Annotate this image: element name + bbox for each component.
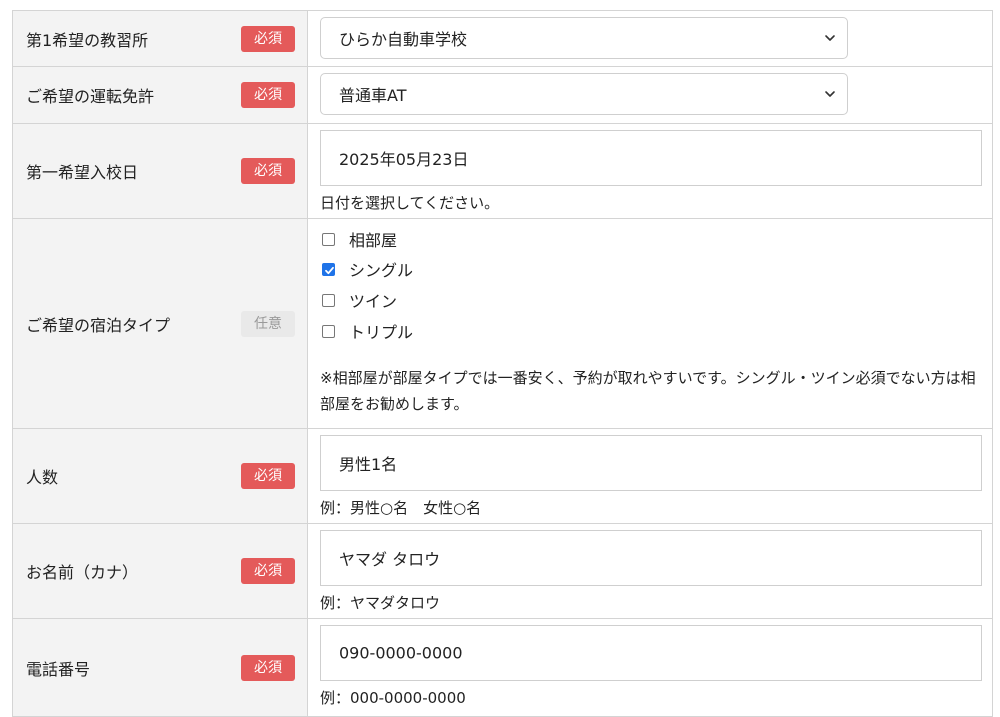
form-row-name-kana: お名前（カナ） 必須 ヤマダ タロウ 例：ヤマダタロウ xyxy=(12,523,993,619)
checkbox-shared-room[interactable] xyxy=(322,232,335,246)
name-kana-input[interactable]: ヤマダ タロウ xyxy=(320,530,982,586)
required-badge: 必須 xyxy=(241,558,295,584)
form-row-room-type: ご希望の宿泊タイプ 任意 相部屋 シングル ツイン トリプル ※相部屋が部屋タイ… xyxy=(12,218,993,429)
school-label: 第1希望の教習所 xyxy=(26,30,149,50)
room-option-twin[interactable]: ツイン xyxy=(322,289,397,311)
phone-input[interactable]: 090-0000-0000 xyxy=(320,625,982,681)
phone-help-text: 例：000-0000-0000 xyxy=(320,689,466,707)
label-cell-school: 第1希望の教習所 必須 xyxy=(12,10,308,67)
checkbox-twin-room[interactable] xyxy=(322,293,335,307)
people-input[interactable]: 男性1名 xyxy=(320,435,982,491)
checkbox-label: ツイン xyxy=(349,292,398,311)
license-label: ご希望の運転免許 xyxy=(26,87,155,106)
value-cell-room-type: 相部屋 シングル ツイン トリプル ※相部屋が部屋タイプでは一番安く、予約が取れ… xyxy=(307,218,993,429)
value-cell-date: 2025年05月23日 日付を選択してください。 xyxy=(307,123,993,219)
room-type-note: ※相部屋が部屋タイプでは一番安く、予約が取れやすいです。シングル・ツイン必須でな… xyxy=(320,369,976,413)
value-cell-school: ひらか自動車学校 xyxy=(307,10,993,67)
label-cell-room-type: ご希望の宿泊タイプ 任意 xyxy=(12,218,308,429)
date-help-text: 日付を選択してください。 xyxy=(320,194,500,212)
room-option-triple[interactable]: トリプル xyxy=(322,320,413,342)
value-cell-phone: 090-0000-0000 例：000-0000-0000 xyxy=(307,618,993,717)
label-cell-date: 第一希望入校日 必須 xyxy=(12,123,308,219)
people-input-value: 男性1名 xyxy=(339,455,398,474)
value-cell-name-kana: ヤマダ タロウ 例：ヤマダタロウ xyxy=(307,523,993,619)
value-cell-people: 男性1名 例：男性○名 女性○名 xyxy=(307,428,993,524)
label-cell-license: ご希望の運転免許 必須 xyxy=(12,66,308,124)
required-badge: 必須 xyxy=(241,25,295,52)
form-row-people: 人数 必須 男性1名 例：男性○名 女性○名 xyxy=(12,428,993,524)
date-input-value: 2025年05月23日 xyxy=(339,150,469,169)
label-cell-name-kana: お名前（カナ） 必須 xyxy=(12,523,308,619)
school-select-value: ひらか自動車学校 xyxy=(339,30,468,49)
phone-label: 電話番号 xyxy=(26,659,91,679)
required-badge: 必須 xyxy=(241,654,295,681)
people-help-text: 例：男性○名 女性○名 xyxy=(320,499,482,517)
checkbox-label: 相部屋 xyxy=(349,231,398,250)
name-kana-help-text: 例：ヤマダタロウ xyxy=(320,594,441,612)
school-select[interactable]: ひらか自動車学校 xyxy=(320,17,848,59)
phone-input-value: 090-0000-0000 xyxy=(339,643,463,663)
date-label: 第一希望入校日 xyxy=(26,163,139,182)
room-type-label: ご希望の宿泊タイプ xyxy=(26,315,171,335)
room-option-shared[interactable]: 相部屋 xyxy=(322,228,397,250)
required-badge: 必須 xyxy=(241,158,295,184)
label-cell-people: 人数 必須 xyxy=(12,428,308,524)
room-option-single[interactable]: シングル xyxy=(322,258,413,280)
form-row-date: 第一希望入校日 必須 2025年05月23日 日付を選択してください。 xyxy=(12,123,993,219)
checkbox-label: トリプル xyxy=(349,323,414,342)
check-icon xyxy=(325,266,334,274)
name-kana-label: お名前（カナ） xyxy=(26,563,139,582)
required-badge: 必須 xyxy=(241,463,295,489)
name-kana-input-value: ヤマダ タロウ xyxy=(339,550,441,569)
label-cell-phone: 電話番号 必須 xyxy=(12,618,308,717)
license-select[interactable]: 普通車AT xyxy=(320,73,848,115)
people-label: 人数 xyxy=(26,468,59,487)
form-row-license: ご希望の運転免許 必須 普通車AT xyxy=(12,66,993,124)
checkbox-label: シングル xyxy=(349,261,414,280)
chevron-down-icon xyxy=(825,91,835,97)
reservation-form-table: 第1希望の教習所 必須 ひらか自動車学校 ご希望の運転免許 必須 普通車AT 第… xyxy=(12,10,993,717)
value-cell-license: 普通車AT xyxy=(307,66,993,124)
form-row-school: 第1希望の教習所 必須 ひらか自動車学校 xyxy=(12,10,993,67)
optional-badge: 任意 xyxy=(241,310,295,337)
license-select-value: 普通車AT xyxy=(339,86,407,105)
checkbox-single-room[interactable] xyxy=(322,262,335,276)
form-row-phone: 電話番号 必須 090-0000-0000 例：000-0000-0000 xyxy=(12,618,993,717)
chevron-down-icon xyxy=(825,35,835,41)
required-badge: 必須 xyxy=(241,82,295,108)
date-input[interactable]: 2025年05月23日 xyxy=(320,130,982,186)
checkbox-triple-room[interactable] xyxy=(322,324,335,338)
